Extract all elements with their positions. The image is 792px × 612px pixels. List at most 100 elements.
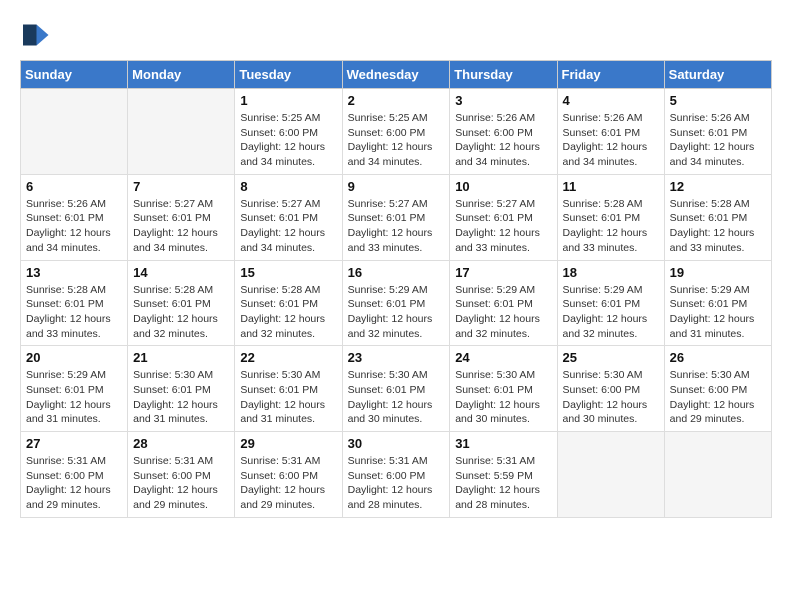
calendar-cell: 16 Sunrise: 5:29 AMSunset: 6:01 PMDayligh… [342, 260, 450, 346]
day-number: 10 [455, 179, 551, 194]
weekday-header-saturday: Saturday [664, 61, 771, 89]
calendar-cell: 18 Sunrise: 5:29 AMSunset: 6:01 PMDayligh… [557, 260, 664, 346]
day-info: Sunrise: 5:31 AMSunset: 6:00 PMDaylight:… [348, 454, 445, 513]
day-info: Sunrise: 5:30 AMSunset: 6:01 PMDaylight:… [133, 368, 229, 427]
calendar-cell: 3 Sunrise: 5:26 AMSunset: 6:00 PMDaylight… [450, 89, 557, 175]
day-info: Sunrise: 5:29 AMSunset: 6:01 PMDaylight:… [348, 283, 445, 342]
weekday-header-thursday: Thursday [450, 61, 557, 89]
day-number: 12 [670, 179, 766, 194]
weekday-header-monday: Monday [128, 61, 235, 89]
day-info: Sunrise: 5:30 AMSunset: 6:00 PMDaylight:… [563, 368, 659, 427]
day-number: 24 [455, 350, 551, 365]
day-number: 28 [133, 436, 229, 451]
day-number: 30 [348, 436, 445, 451]
week-row-5: 27 Sunrise: 5:31 AMSunset: 6:00 PMDayligh… [21, 432, 772, 518]
day-info: Sunrise: 5:29 AMSunset: 6:01 PMDaylight:… [670, 283, 766, 342]
day-info: Sunrise: 5:29 AMSunset: 6:01 PMDaylight:… [563, 283, 659, 342]
calendar-cell: 12 Sunrise: 5:28 AMSunset: 6:01 PMDayligh… [664, 174, 771, 260]
logo [20, 20, 54, 50]
calendar-cell: 26 Sunrise: 5:30 AMSunset: 6:00 PMDayligh… [664, 346, 771, 432]
calendar-cell: 5Sunrise: 5:26 AMSunset: 6:01 PMDaylight… [664, 89, 771, 175]
calendar-header: SundayMondayTuesdayWednesdayThursdayFrid… [21, 61, 772, 89]
calendar-cell: 19 Sunrise: 5:29 AMSunset: 6:01 PMDayligh… [664, 260, 771, 346]
day-info: Sunrise: 5:26 AMSunset: 6:00 PMDaylight:… [455, 111, 551, 170]
day-number: 3 [455, 93, 551, 108]
week-row-3: 13 Sunrise: 5:28 AMSunset: 6:01 PMDayligh… [21, 260, 772, 346]
day-info: Sunrise: 5:28 AMSunset: 6:01 PMDaylight:… [26, 283, 122, 342]
day-number: 25 [563, 350, 659, 365]
day-number: 21 [133, 350, 229, 365]
week-row-2: 6 Sunrise: 5:26 AMSunset: 6:01 PMDaylight… [21, 174, 772, 260]
day-number: 31 [455, 436, 551, 451]
weekday-header-sunday: Sunday [21, 61, 128, 89]
day-info: Sunrise: 5:27 AMSunset: 6:01 PMDaylight:… [348, 197, 445, 256]
day-number: 29 [240, 436, 336, 451]
day-info: Sunrise: 5:28 AMSunset: 6:01 PMDaylight:… [563, 197, 659, 256]
calendar-cell: 1 Sunrise: 5:25 AMSunset: 6:00 PMDaylight… [235, 89, 342, 175]
day-number: 11 [563, 179, 659, 194]
calendar-cell [128, 89, 235, 175]
calendar-cell: 23 Sunrise: 5:30 AMSunset: 6:01 PMDayligh… [342, 346, 450, 432]
weekday-header-friday: Friday [557, 61, 664, 89]
calendar-cell: 21 Sunrise: 5:30 AMSunset: 6:01 PMDayligh… [128, 346, 235, 432]
weekday-header-tuesday: Tuesday [235, 61, 342, 89]
day-number: 26 [670, 350, 766, 365]
day-number: 8 [240, 179, 336, 194]
day-number: 2 [348, 93, 445, 108]
day-info: Sunrise: 5:29 AMSunset: 6:01 PMDaylight:… [455, 283, 551, 342]
day-info: Sunrise: 5:30 AMSunset: 6:00 PMDaylight:… [670, 368, 766, 427]
day-info: Sunrise: 5:31 AMSunset: 6:00 PMDaylight:… [133, 454, 229, 513]
day-info: Sunrise: 5:29 AMSunset: 6:01 PMDaylight:… [26, 368, 122, 427]
day-number: 13 [26, 265, 122, 280]
day-number: 19 [670, 265, 766, 280]
week-row-4: 20 Sunrise: 5:29 AMSunset: 6:01 PMDayligh… [21, 346, 772, 432]
calendar-cell: 27 Sunrise: 5:31 AMSunset: 6:00 PMDayligh… [21, 432, 128, 518]
day-number: 23 [348, 350, 445, 365]
calendar-cell [664, 432, 771, 518]
day-info: Sunrise: 5:27 AMSunset: 6:01 PMDaylight:… [455, 197, 551, 256]
day-info: Sunrise: 5:27 AMSunset: 6:01 PMDaylight:… [133, 197, 229, 256]
day-number: 15 [240, 265, 336, 280]
day-info: Sunrise: 5:30 AMSunset: 6:01 PMDaylight:… [348, 368, 445, 427]
day-info: Sunrise: 5:31 AMSunset: 6:00 PMDaylight:… [26, 454, 122, 513]
calendar-cell: 20 Sunrise: 5:29 AMSunset: 6:01 PMDayligh… [21, 346, 128, 432]
day-info: Sunrise: 5:26 AMSunset: 6:01 PMDaylight:… [26, 197, 122, 256]
day-number: 18 [563, 265, 659, 280]
calendar-cell: 11 Sunrise: 5:28 AMSunset: 6:01 PMDayligh… [557, 174, 664, 260]
weekday-header-row: SundayMondayTuesdayWednesdayThursdayFrid… [21, 61, 772, 89]
calendar-table: SundayMondayTuesdayWednesdayThursdayFrid… [20, 60, 772, 518]
calendar-body: 1 Sunrise: 5:25 AMSunset: 6:00 PMDaylight… [21, 89, 772, 518]
calendar-cell: 9 Sunrise: 5:27 AMSunset: 6:01 PMDaylight… [342, 174, 450, 260]
day-info: Sunrise: 5:28 AMSunset: 6:01 PMDaylight:… [670, 197, 766, 256]
calendar-cell [557, 432, 664, 518]
page-header [20, 20, 772, 50]
calendar-cell: 10 Sunrise: 5:27 AMSunset: 6:01 PMDayligh… [450, 174, 557, 260]
weekday-header-wednesday: Wednesday [342, 61, 450, 89]
day-number: 1 [240, 93, 336, 108]
day-info: Sunrise: 5:27 AMSunset: 6:01 PMDaylight:… [240, 197, 336, 256]
calendar-cell: 4Sunrise: 5:26 AMSunset: 6:01 PMDaylight… [557, 89, 664, 175]
day-info: Sunrise: 5:26 AMSunset: 6:01 PMDaylight:… [670, 111, 766, 170]
day-number: 20 [26, 350, 122, 365]
day-info: Sunrise: 5:25 AMSunset: 6:00 PMDaylight:… [240, 111, 336, 170]
day-info: Sunrise: 5:31 AMSunset: 6:00 PMDaylight:… [240, 454, 336, 513]
day-info: Sunrise: 5:30 AMSunset: 6:01 PMDaylight:… [455, 368, 551, 427]
calendar-cell: 24 Sunrise: 5:30 AMSunset: 6:01 PMDayligh… [450, 346, 557, 432]
day-number: 6 [26, 179, 122, 194]
calendar-cell: 8 Sunrise: 5:27 AMSunset: 6:01 PMDaylight… [235, 174, 342, 260]
day-number: 7 [133, 179, 229, 194]
day-info: Sunrise: 5:28 AMSunset: 6:01 PMDaylight:… [240, 283, 336, 342]
calendar-cell: 14Sunrise: 5:28 AMSunset: 6:01 PMDayligh… [128, 260, 235, 346]
day-number: 27 [26, 436, 122, 451]
day-number: 17 [455, 265, 551, 280]
calendar-cell: 22Sunrise: 5:30 AMSunset: 6:01 PMDayligh… [235, 346, 342, 432]
calendar-cell: 13 Sunrise: 5:28 AMSunset: 6:01 PMDayligh… [21, 260, 128, 346]
week-row-1: 1 Sunrise: 5:25 AMSunset: 6:00 PMDaylight… [21, 89, 772, 175]
day-info: Sunrise: 5:30 AMSunset: 6:01 PMDaylight:… [240, 368, 336, 427]
calendar-cell: 6 Sunrise: 5:26 AMSunset: 6:01 PMDaylight… [21, 174, 128, 260]
calendar-cell: 2Sunrise: 5:25 AMSunset: 6:00 PMDaylight… [342, 89, 450, 175]
day-number: 14 [133, 265, 229, 280]
calendar-cell: 15 Sunrise: 5:28 AMSunset: 6:01 PMDayligh… [235, 260, 342, 346]
day-number: 9 [348, 179, 445, 194]
day-number: 16 [348, 265, 445, 280]
